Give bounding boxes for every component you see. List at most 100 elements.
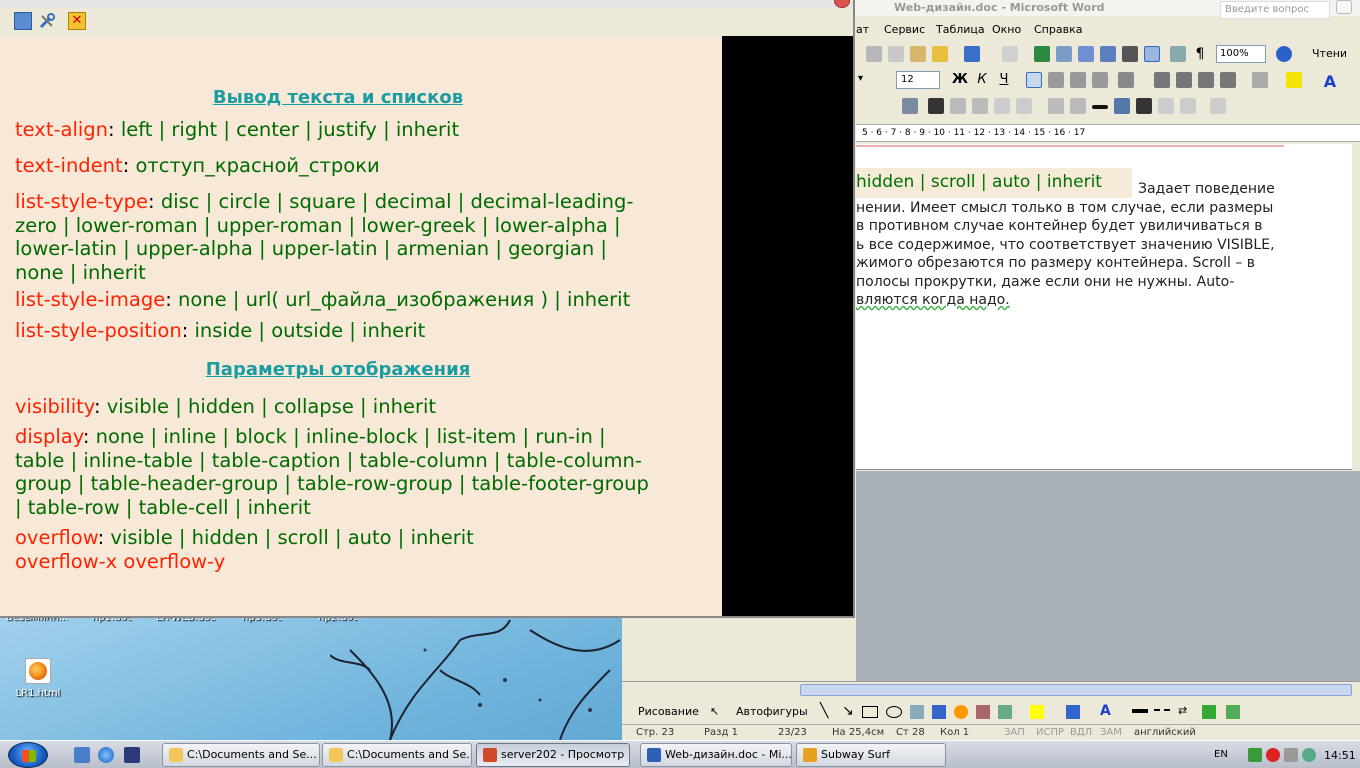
font-name-dropdown-icon[interactable]: ▾: [858, 71, 878, 89]
exit-icon[interactable]: ✕: [68, 12, 86, 30]
textbox-icon[interactable]: [910, 705, 924, 719]
3d-icon[interactable]: [1226, 705, 1240, 719]
undo-icon[interactable]: [964, 46, 980, 62]
media-icon[interactable]: [124, 747, 140, 763]
redo-icon[interactable]: [1002, 46, 1018, 62]
status-trk[interactable]: ИСПР: [1036, 727, 1064, 738]
network-icon[interactable]: [1248, 748, 1262, 762]
menu-format[interactable]: ат: [856, 23, 869, 36]
shadow-icon[interactable]: [1202, 705, 1216, 719]
arrow-style-icon[interactable]: ⇄: [1178, 704, 1187, 717]
menu-table[interactable]: Таблица: [936, 23, 985, 36]
italic-button[interactable]: К: [974, 72, 990, 88]
text-wrap-icon[interactable]: [1136, 98, 1152, 114]
insert-table-icon[interactable]: [1078, 46, 1094, 62]
line-style-icon[interactable]: [1132, 709, 1148, 713]
more-brightness-icon[interactable]: [994, 98, 1010, 114]
zoom-select[interactable]: 100%: [1216, 45, 1266, 63]
justify-icon[interactable]: [1092, 72, 1108, 88]
less-brightness-icon[interactable]: [1016, 98, 1032, 114]
insert-picture-icon[interactable]: [902, 98, 918, 114]
taskbar-item-folder-1[interactable]: C:\Documents and Se...: [162, 743, 320, 767]
columns-icon[interactable]: [1122, 46, 1138, 62]
set-transparent-icon[interactable]: [1180, 98, 1196, 114]
copy-icon[interactable]: [888, 46, 904, 62]
tables-borders-icon[interactable]: [1056, 46, 1072, 62]
numbering-icon[interactable]: [1154, 72, 1170, 88]
menu-help[interactable]: Справка: [1034, 23, 1082, 36]
help-icon[interactable]: [1276, 46, 1292, 62]
tools-icon[interactable]: [38, 12, 56, 30]
diagram-icon[interactable]: [954, 705, 968, 719]
viewer-title-bar[interactable]: [0, 0, 853, 8]
clock[interactable]: 14:51: [1324, 749, 1356, 762]
line-icon[interactable]: ╲: [820, 703, 828, 719]
taskbar-item-word[interactable]: Web-дизайн.doc - Mi...: [640, 743, 792, 767]
more-contrast-icon[interactable]: [950, 98, 966, 114]
show-formatting-icon[interactable]: ¶: [1192, 46, 1208, 62]
security-icon[interactable]: [1302, 748, 1316, 762]
text-color-icon[interactable]: A: [1100, 703, 1111, 719]
status-rec[interactable]: ЗАП: [1004, 727, 1025, 738]
align-left-icon[interactable]: [1026, 72, 1042, 88]
cut-icon[interactable]: [866, 46, 882, 62]
read-mode-label[interactable]: Чтени: [1312, 47, 1347, 60]
taskbar-item-viewer[interactable]: server202 - Просмотр: [476, 743, 630, 767]
drawing-icon[interactable]: [1144, 46, 1160, 62]
document-page[interactable]: hidden | scroll | auto | inherit Задает …: [856, 144, 1352, 470]
highlight-icon[interactable]: [1286, 72, 1302, 88]
menu-tools[interactable]: Сервис: [884, 23, 925, 36]
insert-excel-icon[interactable]: [1100, 46, 1116, 62]
align-right-icon[interactable]: [1070, 72, 1086, 88]
ie-icon[interactable]: [98, 747, 114, 763]
help-search-input[interactable]: Введите вопрос: [1220, 1, 1330, 19]
increase-indent-icon[interactable]: [1220, 72, 1236, 88]
rotate-icon[interactable]: [1070, 98, 1086, 114]
menu-window[interactable]: Окно: [992, 23, 1021, 36]
line-style-icon[interactable]: [1092, 105, 1108, 109]
status-ovr[interactable]: ЗАМ: [1100, 727, 1122, 738]
compress-icon[interactable]: [1114, 98, 1130, 114]
crop-icon[interactable]: [1048, 98, 1064, 114]
arrow-icon[interactable]: ↘: [842, 703, 854, 719]
document-map-icon[interactable]: [1170, 46, 1186, 62]
desktop-icon-lr1[interactable]: LR1.html: [14, 658, 62, 699]
taskbar-item-folder-2[interactable]: C:\Documents and Se...: [322, 743, 472, 767]
format-picture-icon[interactable]: [1158, 98, 1174, 114]
horizontal-scrollbar[interactable]: [622, 681, 1360, 699]
align-center-icon[interactable]: [1048, 72, 1064, 88]
decrease-indent-icon[interactable]: [1198, 72, 1214, 88]
rectangle-icon[interactable]: [862, 706, 878, 718]
show-desktop-icon[interactable]: [74, 747, 90, 763]
borders-icon[interactable]: [1252, 72, 1268, 88]
drawing-menu-button[interactable]: Рисование: [638, 705, 699, 718]
scrollbar-thumb[interactable]: [800, 684, 1352, 696]
bold-button[interactable]: Ж: [952, 72, 968, 88]
opera-icon[interactable]: [1266, 748, 1280, 762]
hyperlink-icon[interactable]: [1034, 46, 1050, 62]
wordart-icon[interactable]: [932, 705, 946, 719]
start-button[interactable]: [8, 742, 48, 768]
image-control-icon[interactable]: [928, 98, 944, 114]
fill-color-icon[interactable]: [1030, 705, 1044, 719]
clipart-icon[interactable]: [976, 705, 990, 719]
font-size-select[interactable]: 12: [896, 71, 940, 89]
paste-icon[interactable]: [910, 46, 926, 62]
horizontal-ruler[interactable]: 5 · 6 · 7 · 8 · 9 · 10 · 11 · 12 · 13 · …: [856, 124, 1360, 142]
dash-style-icon[interactable]: [1154, 709, 1170, 713]
minimize-button[interactable]: [1336, 0, 1352, 14]
picture-icon[interactable]: [998, 705, 1012, 719]
format-painter-icon[interactable]: [932, 46, 948, 62]
less-contrast-icon[interactable]: [972, 98, 988, 114]
volume-icon[interactable]: [1284, 748, 1298, 762]
taskbar-item-subway[interactable]: Subway Surf: [796, 743, 946, 767]
language-indicator[interactable]: EN: [1214, 749, 1228, 760]
oval-icon[interactable]: [886, 706, 902, 718]
line-spacing-icon[interactable]: [1118, 72, 1134, 88]
underline-button[interactable]: Ч: [996, 72, 1012, 88]
reset-picture-icon[interactable]: [1210, 98, 1226, 114]
line-color-icon[interactable]: [1066, 705, 1080, 719]
select-objects-icon[interactable]: ↖: [710, 705, 719, 718]
autoshapes-menu-button[interactable]: Автофигуры: [736, 705, 808, 718]
status-ext[interactable]: ВДЛ: [1070, 727, 1092, 738]
